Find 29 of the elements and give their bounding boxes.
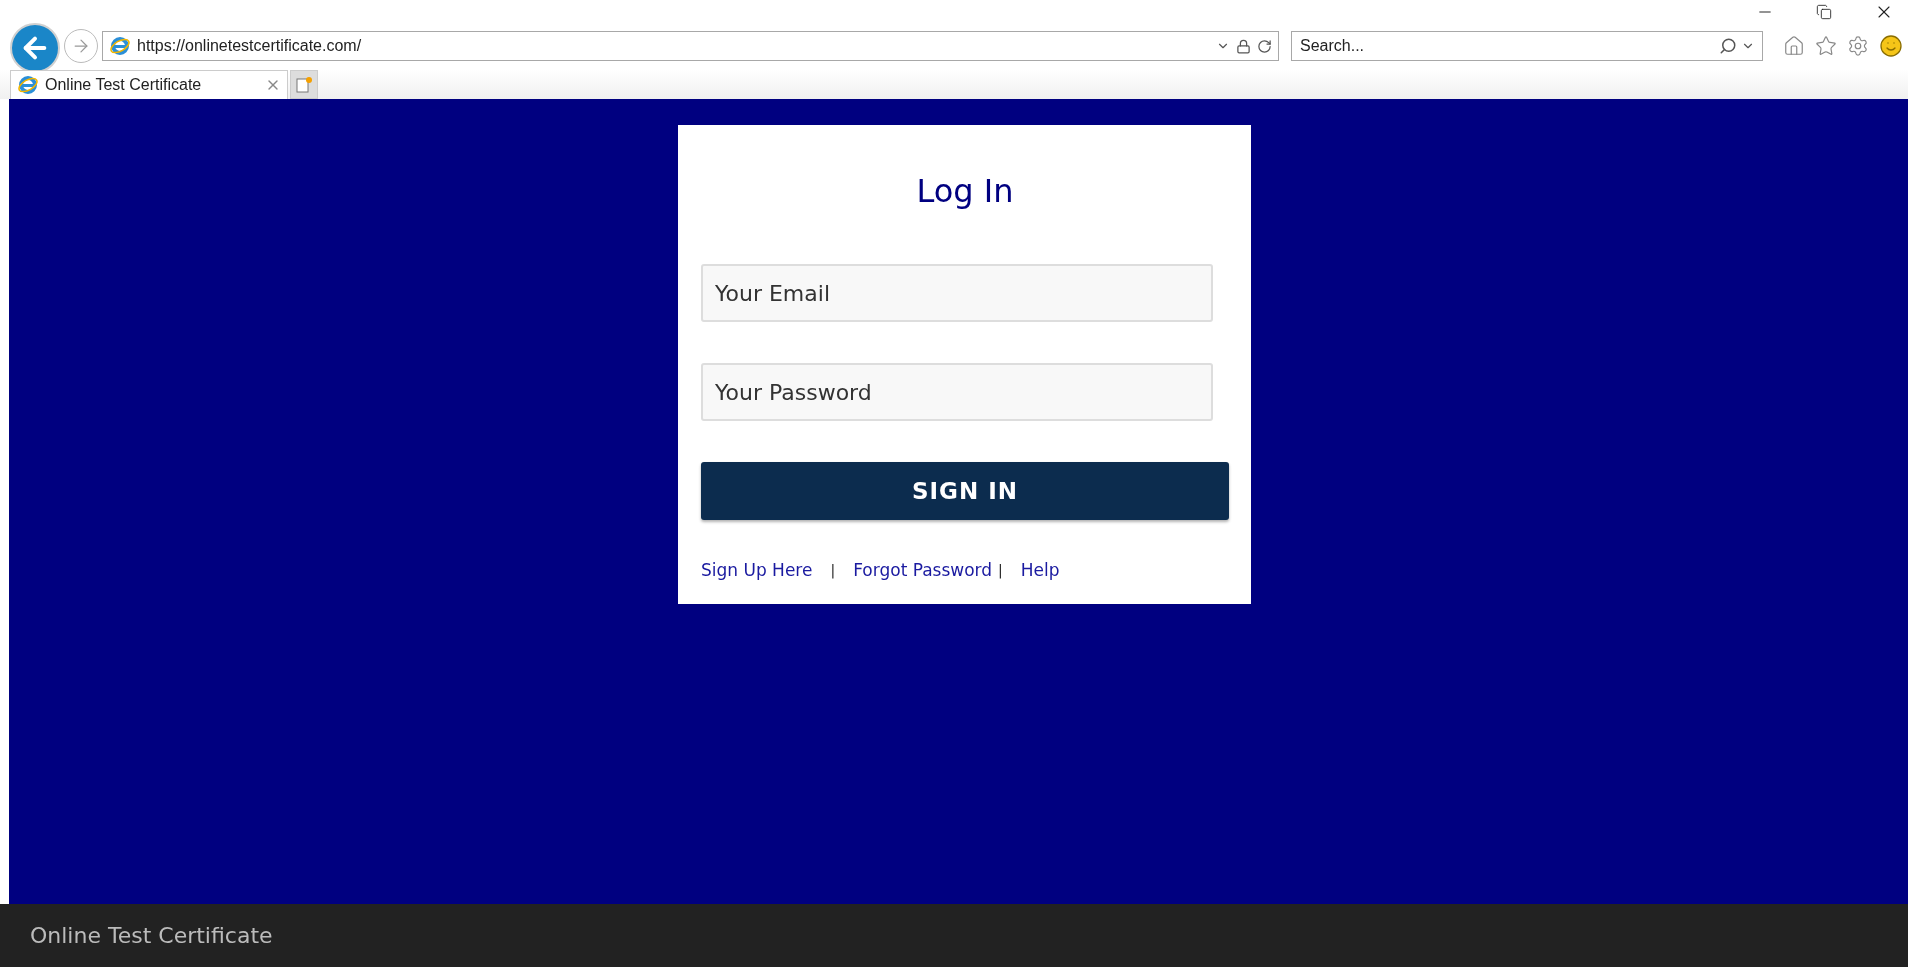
separator: | [998,562,1003,578]
link[interactable]: Help [1020,560,1060,580]
address-bar[interactable]: https://onlinetestcertificate.com/ [102,31,1279,61]
separator: | [830,562,836,578]
new-tab-button[interactable] [290,70,318,99]
forward-button[interactable] [64,29,98,63]
refresh-icon[interactable] [1257,38,1272,54]
smiley-icon[interactable] [1879,34,1903,58]
tab-title: Online Test Certificate [45,76,203,94]
home-icon[interactable] [1783,35,1805,57]
link[interactable]: Sign Up Here [701,560,813,580]
link[interactable]: Forgot Password [853,560,993,580]
input-field[interactable]: Your Password [701,363,1213,421]
lock-icon [1236,38,1251,54]
back-button[interactable] [10,23,60,73]
settings-icon[interactable] [1847,35,1869,57]
search-icon[interactable] [1719,37,1737,55]
login-title: Log In [915,172,1015,210]
input-field[interactable]: Your Email [701,264,1213,322]
restore-icon[interactable] [1816,4,1832,20]
url-text: https://onlinetestcertificate.com/ [137,37,363,55]
search-field[interactable]: Search... [1291,31,1763,61]
browser-logo-icon [17,74,39,96]
favorites-icon[interactable] [1815,35,1837,57]
browser-logo-icon [109,35,131,57]
sign-in-button[interactable]: SIGN IN [701,462,1229,520]
new-page-icon [295,75,313,94]
browser-tab[interactable]: Online Test Certificate [10,70,288,99]
footer-title: Online Test Certificate [30,923,273,948]
